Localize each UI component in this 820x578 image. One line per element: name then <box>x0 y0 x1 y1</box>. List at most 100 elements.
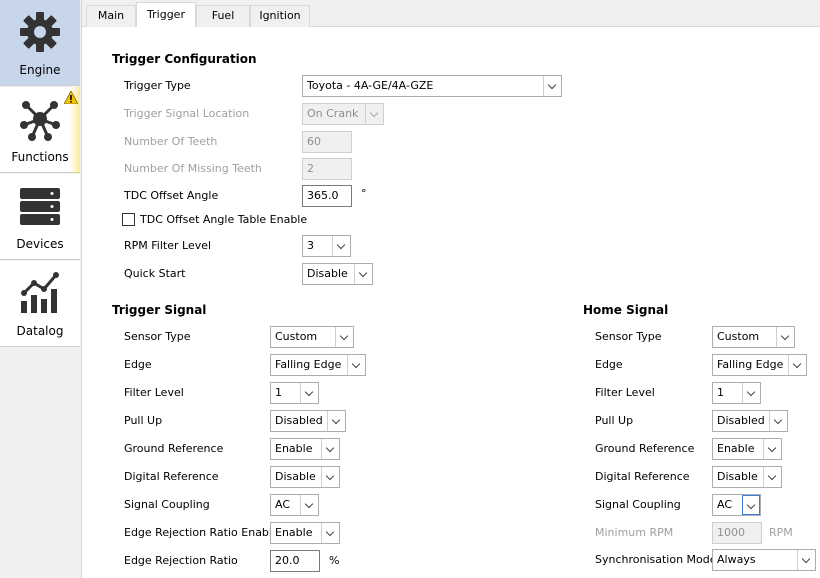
ts-filter-label: Filter Level <box>124 386 184 399</box>
hs-sensor-type-label: Sensor Type <box>595 330 662 343</box>
sidebar-item-label: Datalog <box>16 324 64 338</box>
ts-edge-select[interactable]: Falling Edge <box>270 354 366 376</box>
ts-edge-rej-enable-select[interactable]: Enable <box>270 522 340 544</box>
hs-sync-mode-value: Always <box>717 553 756 566</box>
hs-ground-ref-select[interactable]: Enable <box>712 438 782 460</box>
ts-pullup-value: Disabled <box>275 414 323 427</box>
sidebar-item-label: Engine <box>19 63 61 77</box>
hs-ground-ref-value: Enable <box>717 442 755 455</box>
rpm-filter-value: 3 <box>307 239 314 252</box>
percent-unit: % <box>329 554 340 567</box>
quick-start-label: Quick Start <box>124 267 186 280</box>
chevron-down-icon <box>543 76 561 96</box>
hs-ground-ref-label: Ground Reference <box>595 442 695 455</box>
warning-icon <box>64 91 78 104</box>
num-teeth-input[interactable]: 60 <box>302 131 352 153</box>
hs-min-rpm-value: 1000 <box>717 526 745 539</box>
tdc-table-checkbox[interactable] <box>122 213 135 226</box>
ts-edge-label: Edge <box>124 358 152 371</box>
chevron-down-icon <box>347 355 365 375</box>
signal-location-label: Trigger Signal Location <box>124 107 250 120</box>
ts-coupling-select[interactable]: AC <box>270 494 319 516</box>
ts-sensor-type-label: Sensor Type <box>124 330 191 343</box>
sidebar-item-datalog[interactable]: Datalog <box>0 261 80 347</box>
rpm-unit: RPM <box>769 526 793 539</box>
chevron-down-icon <box>327 411 345 431</box>
tdc-offset-input[interactable]: 365.0 <box>302 185 352 207</box>
ts-edge-rej-enable-value: Enable <box>275 526 313 539</box>
signal-location-value: On Crank <box>307 107 359 120</box>
ts-ground-ref-label: Ground Reference <box>124 442 224 455</box>
chevron-down-icon <box>763 467 781 487</box>
ts-ground-ref-value: Enable <box>275 442 313 455</box>
chevron-down-icon <box>763 439 781 459</box>
hs-min-rpm-input[interactable]: 1000 <box>712 522 762 544</box>
trigger-type-value: Toyota - 4A-GE/4A-GZE <box>307 79 434 92</box>
ts-edge-rej-label: Edge Rejection Ratio <box>124 554 238 567</box>
missing-teeth-label: Number Of Missing Teeth <box>124 162 262 175</box>
hs-edge-value: Falling Edge <box>717 358 784 371</box>
chevron-down-icon <box>776 327 794 347</box>
tdc-offset-value: 365.0 <box>307 189 339 202</box>
ts-edge-rej-enable-label: Edge Rejection Ratio Enable <box>124 526 279 539</box>
ts-pullup-select[interactable]: Disabled <box>270 410 346 432</box>
ts-sensor-type-value: Custom <box>275 330 318 343</box>
quick-start-value: Disable <box>307 267 348 280</box>
num-teeth-value: 60 <box>307 135 321 148</box>
hs-sync-mode-label: Synchronisation Mode <box>595 553 717 566</box>
sidebar: Engine Functions Devices Datalog <box>0 0 82 578</box>
ts-sensor-type-select[interactable]: Custom <box>270 326 354 348</box>
sidebar-item-devices[interactable]: Devices <box>0 174 80 260</box>
tab-bar: Main Trigger Fuel Ignition <box>82 0 820 28</box>
chevron-down-icon <box>354 264 372 284</box>
hs-filter-value: 1 <box>717 386 724 399</box>
chevron-down-icon <box>321 523 339 543</box>
hs-pullup-label: Pull Up <box>595 414 634 427</box>
ts-filter-select[interactable]: 1 <box>270 382 319 404</box>
signal-location-select[interactable]: On Crank <box>302 103 384 125</box>
hs-digital-ref-select[interactable]: Disable <box>712 466 782 488</box>
ts-edge-value: Falling Edge <box>275 358 342 371</box>
hs-pullup-select[interactable]: Disabled <box>712 410 788 432</box>
quick-start-select[interactable]: Disable <box>302 263 373 285</box>
ts-coupling-value: AC <box>275 498 291 511</box>
missing-teeth-input[interactable]: 2 <box>302 158 352 180</box>
chevron-down-icon <box>788 355 806 375</box>
sidebar-item-functions[interactable]: Functions <box>0 87 80 173</box>
ts-filter-value: 1 <box>275 386 282 399</box>
chevron-down-icon <box>797 550 815 570</box>
tab-fuel[interactable]: Fuel <box>196 5 250 27</box>
tab-main[interactable]: Main <box>86 5 136 27</box>
server-icon <box>20 188 60 225</box>
trigger-signal-heading: Trigger Signal <box>112 303 207 317</box>
ts-digital-ref-select[interactable]: Disable <box>270 466 340 488</box>
hs-filter-select[interactable]: 1 <box>712 382 761 404</box>
tab-trigger[interactable]: Trigger <box>136 2 196 28</box>
missing-teeth-value: 2 <box>307 162 314 175</box>
chevron-down-icon <box>300 383 318 403</box>
hs-digital-ref-label: Digital Reference <box>595 470 690 483</box>
trigger-type-select[interactable]: Toyota - 4A-GE/4A-GZE <box>302 75 562 97</box>
ts-ground-ref-select[interactable]: Enable <box>270 438 340 460</box>
tab-ignition[interactable]: Ignition <box>250 5 310 27</box>
ts-edge-rej-value: 20.0 <box>275 554 300 567</box>
num-teeth-label: Number Of Teeth <box>124 135 218 148</box>
ts-edge-rej-input[interactable]: 20.0 <box>270 550 320 572</box>
chevron-down-icon <box>769 411 787 431</box>
hs-coupling-value: AC <box>717 498 733 511</box>
degree-unit: ° <box>361 187 367 200</box>
hs-edge-select[interactable]: Falling Edge <box>712 354 807 376</box>
ts-digital-ref-label: Digital Reference <box>124 470 219 483</box>
chevron-down-icon <box>321 467 339 487</box>
hs-sensor-type-select[interactable]: Custom <box>712 326 795 348</box>
hs-coupling-select[interactable]: AC <box>712 494 761 516</box>
hs-sync-mode-select[interactable]: Always <box>712 549 816 571</box>
chevron-down-icon <box>300 495 318 515</box>
hs-min-rpm-label: Minimum RPM <box>595 526 674 539</box>
sidebar-item-engine[interactable]: Engine <box>0 0 80 86</box>
rpm-filter-label: RPM Filter Level <box>124 239 212 252</box>
chevron-down-icon <box>332 236 350 256</box>
rpm-filter-select[interactable]: 3 <box>302 235 351 257</box>
ts-pullup-label: Pull Up <box>124 414 163 427</box>
chevron-down-icon <box>742 383 760 403</box>
